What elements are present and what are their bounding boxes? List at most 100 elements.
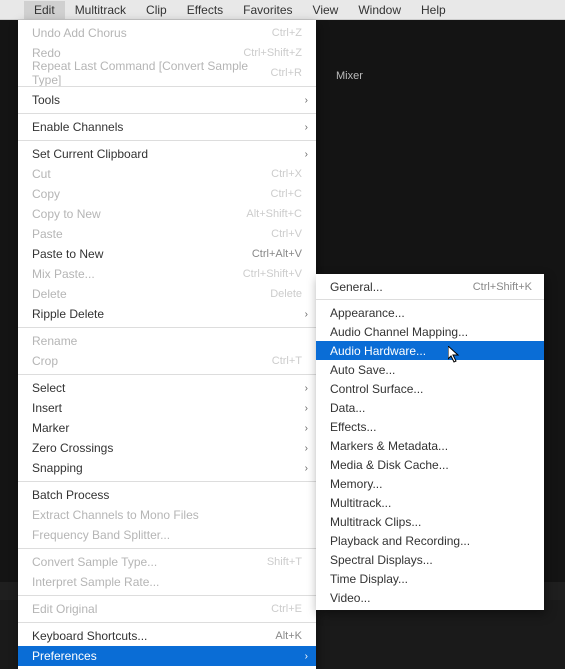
pref-item-control-surface[interactable]: Control Surface... [316,379,544,398]
menu-item-label: Preferences [32,649,302,663]
edit-menu-dropdown: Undo Add ChorusCtrl+ZRedoCtrl+Shift+ZRep… [18,20,316,669]
menu-item-label: Redo [32,46,243,60]
menu-item-label: Zero Crossings [32,441,302,455]
pref-item-audio-channel-mapping[interactable]: Audio Channel Mapping... [316,322,544,341]
menubar: EditMultitrackClipEffectsFavoritesViewWi… [0,0,565,20]
menu-item-label: Rename [32,334,302,348]
menu-item-shortcut: Shift+T [267,556,302,568]
menu-item-label: Edit Original [32,602,271,616]
chevron-right-icon: › [305,423,308,434]
menu-item-label: Delete [32,287,270,301]
chevron-right-icon: › [305,463,308,474]
menu-item-preferences[interactable]: Preferences› [18,646,316,666]
menu-separator [18,548,316,549]
menu-separator [316,299,544,300]
pref-item-multitrack-clips[interactable]: Multitrack Clips... [316,512,544,531]
menu-item-insert[interactable]: Insert› [18,398,316,418]
pref-item-playback-and-recording[interactable]: Playback and Recording... [316,531,544,550]
pref-item-media-disk-cache[interactable]: Media & Disk Cache... [316,455,544,474]
menu-item-label: Multitrack Clips... [330,515,532,529]
menubar-item-multitrack[interactable]: Multitrack [65,1,136,19]
menu-item-shortcut: Ctrl+E [271,603,302,615]
menubar-item-app[interactable] [4,8,24,12]
menu-item-label: Keyboard Shortcuts... [32,629,275,643]
menu-item-label: Audio Hardware... [330,344,532,358]
menu-item-label: Markers & Metadata... [330,439,532,453]
menubar-item-window[interactable]: Window [348,1,411,19]
menu-item-label: Insert [32,401,302,415]
menu-item-label: Ripple Delete [32,307,302,321]
menu-item-label: Control Surface... [330,382,532,396]
pref-item-memory[interactable]: Memory... [316,474,544,493]
menu-item-select[interactable]: Select› [18,378,316,398]
menu-item-label: Spectral Displays... [330,553,532,567]
menu-item-zero-crossings[interactable]: Zero Crossings› [18,438,316,458]
menu-item-label: Paste [32,227,271,241]
chevron-right-icon: › [305,149,308,160]
pref-item-multitrack[interactable]: Multitrack... [316,493,544,512]
menu-item-label: Select [32,381,302,395]
menu-item-label: Effects... [330,420,532,434]
menu-item-shortcut: Ctrl+Shift+V [243,268,302,280]
chevron-right-icon: › [305,95,308,106]
menu-separator [18,327,316,328]
pref-item-time-display[interactable]: Time Display... [316,569,544,588]
menu-item-tools[interactable]: Tools› [18,90,316,110]
menubar-item-clip[interactable]: Clip [136,1,177,19]
menu-item-label: Convert Sample Type... [32,555,267,569]
menu-item-label: Memory... [330,477,532,491]
preferences-submenu: General...Ctrl+Shift+K Appearance... Audio… [316,274,544,610]
menu-item-shortcut: Ctrl+T [272,355,302,367]
menubar-item-edit[interactable]: Edit [24,1,65,19]
pref-item-video[interactable]: Video... [316,588,544,607]
menu-item-crop: CropCtrl+T [18,351,316,371]
menu-separator [18,374,316,375]
menu-item-label: Batch Process [32,488,302,502]
menu-item-snapping[interactable]: Snapping› [18,458,316,478]
menu-item-label: Media & Disk Cache... [330,458,532,472]
menu-item-shortcut: Ctrl+Shift+Z [243,47,302,59]
chevron-right-icon: › [305,443,308,454]
chevron-right-icon: › [305,383,308,394]
menu-item-paste-to-new[interactable]: Paste to NewCtrl+Alt+V [18,244,316,264]
menubar-item-effects[interactable]: Effects [177,1,233,19]
menu-item-set-current-clipboard[interactable]: Set Current Clipboard› [18,144,316,164]
menubar-item-view[interactable]: View [303,1,349,19]
pref-item-spectral-displays[interactable]: Spectral Displays... [316,550,544,569]
menu-item-rename: Rename [18,331,316,351]
pref-item-effects[interactable]: Effects... [316,417,544,436]
menu-item-enable-channels[interactable]: Enable Channels› [18,117,316,137]
menu-separator [18,622,316,623]
menu-item-shortcut: Ctrl+X [271,168,302,180]
menu-item-edit-original: Edit OriginalCtrl+E [18,599,316,619]
menu-item-frequency-band-splitter: Frequency Band Splitter... [18,525,316,545]
menu-item-label: Audio Channel Mapping... [330,325,532,339]
chevron-right-icon: › [305,122,308,133]
pref-item-markers-metadata[interactable]: Markers & Metadata... [316,436,544,455]
menu-separator [18,595,316,596]
pref-item-general[interactable]: General...Ctrl+Shift+K [316,277,544,296]
menu-item-copy: CopyCtrl+C [18,184,316,204]
menubar-item-favorites[interactable]: Favorites [233,1,302,19]
menu-item-shortcut: Alt+Shift+C [246,208,302,220]
pref-item-auto-save[interactable]: Auto Save... [316,360,544,379]
chevron-right-icon: › [305,309,308,320]
menu-item-batch-process[interactable]: Batch Process [18,485,316,505]
menu-item-marker[interactable]: Marker› [18,418,316,438]
menu-item-ripple-delete[interactable]: Ripple Delete› [18,304,316,324]
pref-item-audio-hardware[interactable]: Audio Hardware... [316,341,544,360]
menu-item-label: Paste to New [32,247,252,261]
menu-item-extract-channels-to-mono-files: Extract Channels to Mono Files [18,505,316,525]
menubar-item-help[interactable]: Help [411,1,456,19]
menu-item-paste: PasteCtrl+V [18,224,316,244]
menu-item-keyboard-shortcuts[interactable]: Keyboard Shortcuts...Alt+K [18,626,316,646]
pref-item-data[interactable]: Data... [316,398,544,417]
menu-item-shortcut: Alt+K [275,630,302,642]
pref-item-appearance[interactable]: Appearance... [316,303,544,322]
menu-separator [18,113,316,114]
menu-item-label: Multitrack... [330,496,532,510]
menu-item-mix-paste: Mix Paste...Ctrl+Shift+V [18,264,316,284]
menu-item-label: Undo Add Chorus [32,26,272,40]
menu-item-label: Frequency Band Splitter... [32,528,302,542]
menu-item-label: Marker [32,421,302,435]
